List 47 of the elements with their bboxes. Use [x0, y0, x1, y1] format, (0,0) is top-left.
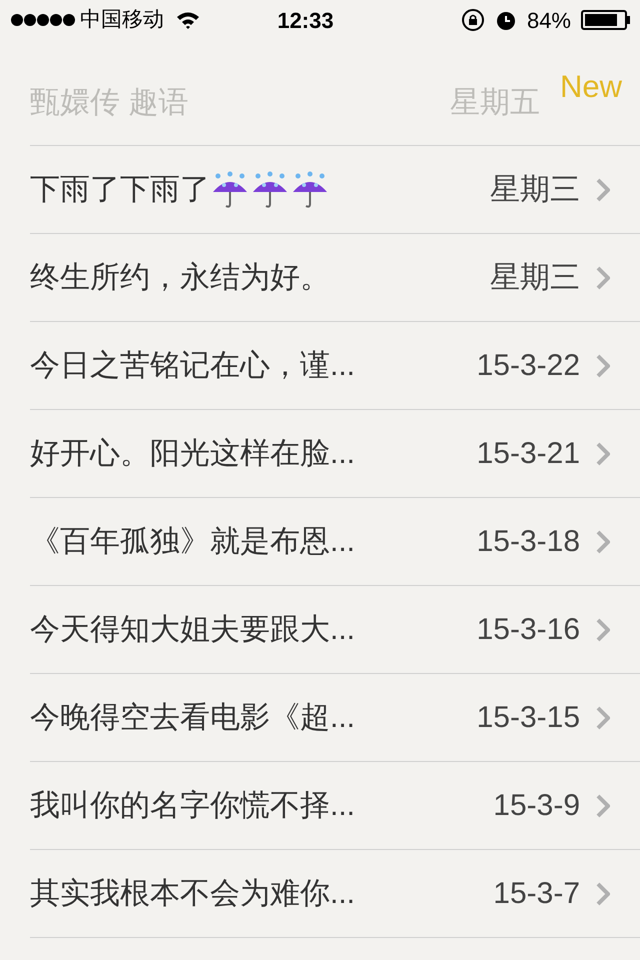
- note-date: 15-3-22: [476, 348, 580, 384]
- status-time: 12:33: [276, 6, 335, 34]
- note-row[interactable]: 我叫你的名字你慌不择... 15-3-9: [30, 762, 640, 850]
- note-title: 我叫你的名字你慌不择...: [30, 788, 356, 824]
- note-title: 其实我根本不会为难你...: [30, 876, 356, 912]
- note-title: 今晚得空去看电影《超...: [30, 700, 356, 736]
- chevron-icon: [596, 178, 610, 202]
- rotation-lock-icon: [460, 8, 485, 32]
- note-row[interactable]: 今日之苦铭记在心，谨... 15-3-22: [30, 322, 640, 410]
- chevron-icon: [596, 354, 610, 378]
- note-date: 15-3-15: [476, 700, 580, 736]
- chevron-icon: [596, 882, 610, 906]
- battery-percent: 84%: [526, 6, 571, 34]
- note-row[interactable]: 《百年孤独》就是布恩... 15-3-18: [30, 498, 640, 586]
- note-date: 15-3-9: [493, 788, 580, 824]
- signal-icon: [10, 13, 76, 27]
- note-title: 《百年孤独》就是布恩...: [30, 524, 356, 560]
- umbrella-icon: [210, 170, 250, 210]
- note-row[interactable]: 今晚得空去看电影《超... 15-3-15: [30, 674, 640, 762]
- note-title: 好开心。阳光这样在脸...: [30, 436, 356, 472]
- note-title: 今日之苦铭记在心，谨...: [30, 348, 356, 384]
- alarm-icon: [494, 9, 517, 31]
- note-date: 15-3-21: [476, 436, 580, 472]
- note-row[interactable]: 其实我根本不会为难你... 15-3-7: [30, 850, 640, 938]
- chevron-icon: [596, 442, 610, 466]
- note-date: 星期三: [490, 260, 580, 296]
- note-row[interactable]: 终生所约，永结为好。 星期三: [30, 234, 640, 322]
- note-title: 今天得知大姐夫要跟大...: [30, 612, 356, 648]
- umbrella-icon: [250, 170, 290, 210]
- chevron-icon: [596, 794, 610, 818]
- note-row[interactable]: 今天得知大姐夫要跟大... 15-3-16: [30, 586, 640, 674]
- note-title: 下雨了下雨了: [30, 172, 210, 208]
- note-date: 15-3-18: [476, 524, 580, 560]
- note-date: 星期三: [490, 172, 580, 208]
- battery-icon: [581, 10, 630, 30]
- chevron-icon: [596, 530, 610, 554]
- note-row[interactable]: 好开心。阳光这样在脸... 15-3-21: [30, 410, 640, 498]
- carrier-name: 中国移动: [80, 7, 164, 34]
- note-title: 终生所约，永结为好。: [30, 260, 330, 296]
- chevron-icon: [596, 618, 610, 642]
- umbrella-icon: [290, 170, 330, 210]
- note-date: 15-3-16: [476, 612, 580, 648]
- note-date: 15-3-7: [493, 876, 580, 912]
- chevron-icon: [596, 706, 610, 730]
- note-row[interactable]: 下雨了下雨了 星期三: [30, 146, 640, 234]
- wifi-icon: [176, 11, 200, 29]
- chevron-icon: [596, 266, 610, 290]
